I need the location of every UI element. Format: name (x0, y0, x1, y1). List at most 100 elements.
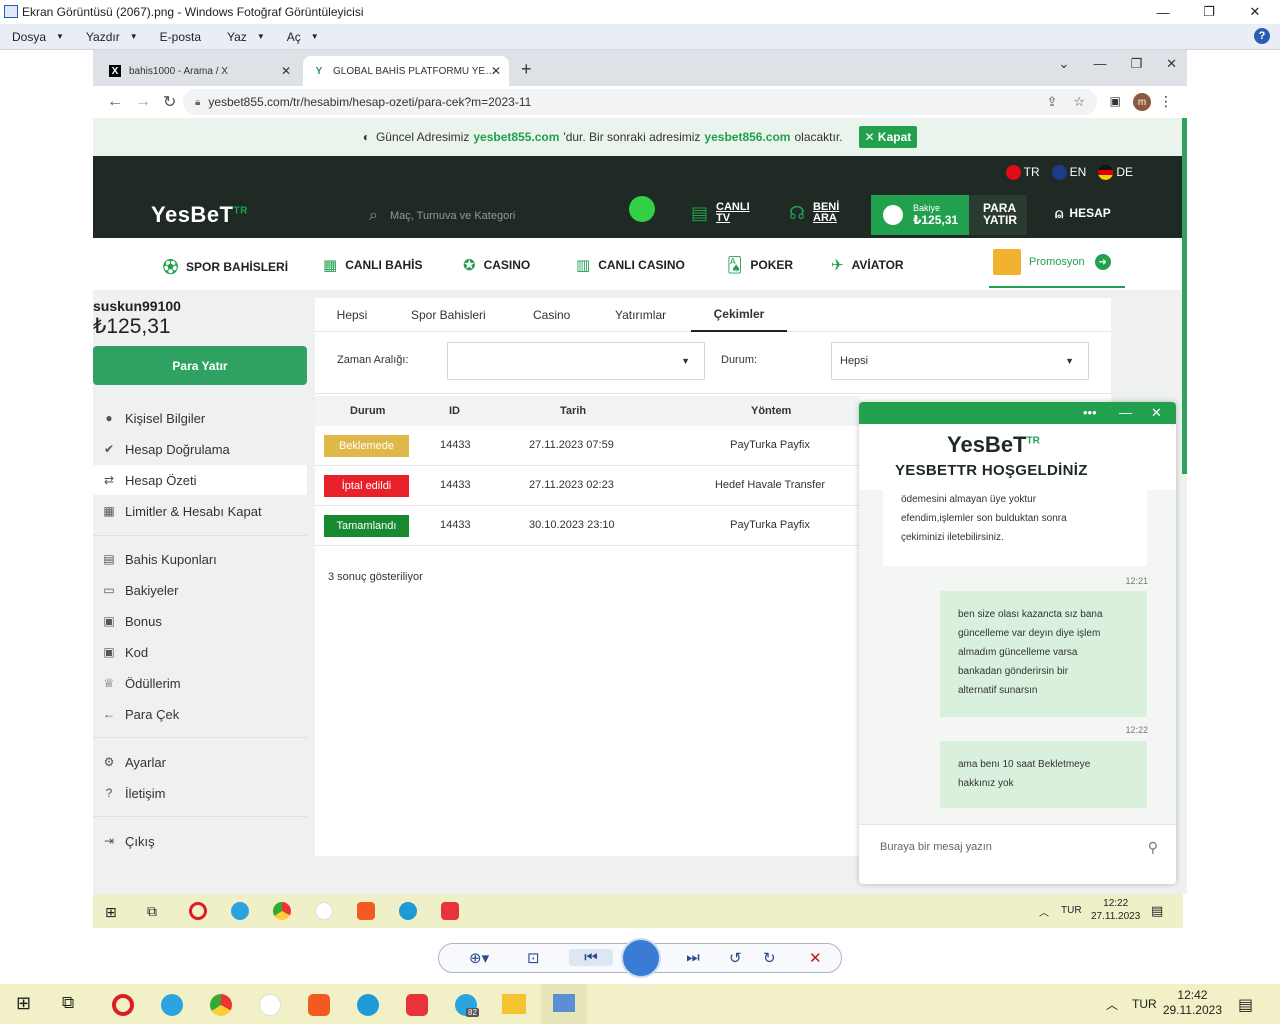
message-line: ben size olası kazancta sız bana (958, 609, 1103, 620)
close-chat-button[interactable]: ✕ (1151, 405, 1162, 421)
menu-yaz[interactable]: Yaz ▼ (227, 30, 265, 44)
minimize-chat-button[interactable]: — (1119, 405, 1132, 420)
menu-eposta[interactable]: E-posta (160, 30, 201, 44)
bookmark-star-icon[interactable]: ☆ (1073, 94, 1085, 110)
yandex-icon[interactable] (259, 994, 281, 1016)
date-range-label: Zaman Aralığı: (337, 354, 409, 366)
close-icon[interactable]: ✕ (281, 64, 291, 78)
chrome-icon[interactable] (210, 994, 232, 1016)
promo-button[interactable]: Promosyon ➜ (989, 238, 1125, 288)
label-line: ARA (813, 212, 837, 224)
task-view-icon[interactable]: ⧉ (62, 993, 74, 1013)
nav-aviator[interactable]: ✈︎ AVİATOR (831, 256, 904, 274)
vivaldi-icon[interactable] (406, 994, 428, 1016)
sidebar-item-kod[interactable]: ▣ Kod (93, 637, 307, 667)
tab-casino[interactable]: Casino (533, 298, 570, 332)
sidebar-item-iletisim[interactable]: ? İletişim (93, 778, 307, 808)
search-box[interactable]: ⌕ Maç, Turnuva ve Kategori (339, 194, 629, 238)
canli-tv-button[interactable]: ▤ CANLI TV (691, 202, 750, 224)
delete-icon[interactable]: ✕ (809, 949, 822, 967)
page-scrollbar[interactable] (1182, 118, 1187, 474)
reload-icon[interactable]: ↻ (163, 92, 177, 112)
sidebar-item-kisisel-bilgiler[interactable]: ● Kişisel Bilgiler (93, 403, 307, 433)
menu-kebab-icon[interactable]: ⋮ (1159, 93, 1173, 110)
nav-spor-bahisleri[interactable]: ⚽︎ SPOR BAHİSLERİ (163, 256, 288, 277)
status-select[interactable]: Hepsi ▼ (831, 342, 1089, 380)
nav-canli-casino[interactable]: ▥ CANLI CASINO (576, 256, 685, 274)
telegram-icon[interactable] (161, 994, 183, 1016)
close-button[interactable]: ✕ (1166, 56, 1177, 72)
sidebar-item-odullerim[interactable]: ♕ Ödüllerim (93, 668, 307, 698)
nav-canli-bahis[interactable]: ▦ CANLI BAHİS (323, 256, 423, 274)
sidebar-item-hesap-dogrulama[interactable]: ✔ Hesap Doğrulama (93, 434, 307, 464)
chat-input-area[interactable]: Buraya bir mesaj yazın ⚲ (859, 824, 1176, 884)
slideshow-button[interactable] (621, 938, 661, 978)
sidebar-item-limitler[interactable]: ▦ Limitler & Hesabı Kapat (93, 496, 307, 526)
back-icon[interactable]: ← (107, 93, 123, 111)
lang-en[interactable]: EN (1051, 165, 1086, 181)
previous-icon[interactable]: ⏮ (569, 949, 613, 966)
next-icon[interactable]: ⏭ (671, 949, 715, 966)
tab-x-search[interactable]: X bahis1000 - Arama / X ✕ (99, 56, 299, 86)
menu-dosya[interactable]: Dosya ▼ (12, 30, 64, 44)
sidebar-item-cikis[interactable]: ⇥ Çıkış (93, 826, 307, 856)
balance-button[interactable]: Bakiye ₺125,31 (871, 195, 969, 235)
account-button[interactable]: ⍝ HESAP (1055, 206, 1111, 220)
photo-viewer-taskbar-item[interactable] (541, 984, 587, 1024)
lang-tr[interactable]: TR (1005, 165, 1040, 181)
share-icon[interactable]: ⇪ (1046, 94, 1057, 110)
sidebar-item-ayarlar[interactable]: ⚙︎ Ayarlar (93, 747, 307, 777)
windows-start-icon[interactable]: ⊞ (16, 993, 31, 1014)
site-logo[interactable]: YesBeTTR (151, 202, 248, 228)
fit-window-icon[interactable]: ⊡ (527, 949, 540, 967)
sidebar-item-bonus[interactable]: ▣ Bonus (93, 606, 307, 636)
tab-yatirimlar[interactable]: Yatırımlar (615, 298, 666, 332)
viewer-controls: ⊕▾ ⊡ ⏮ ⏭ ↺ ↻ ✕ (438, 938, 842, 978)
minimize-button[interactable]: — (1140, 0, 1186, 24)
restore-button[interactable]: ❐ (1130, 56, 1142, 72)
file-explorer-icon[interactable] (502, 994, 526, 1014)
football-icon[interactable] (629, 196, 655, 222)
side-panel-icon[interactable]: ▣ (1110, 94, 1121, 108)
notice-close-button[interactable]: ✕ Kapat (858, 126, 918, 148)
profile-avatar[interactable]: m (1133, 93, 1151, 111)
close-icon[interactable]: ✕ (491, 64, 501, 78)
tab-search-icon[interactable]: ⌄ (1059, 56, 1070, 72)
brave-icon[interactable] (308, 994, 330, 1016)
beni-ara-button[interactable]: ☊ BENİ ARA (789, 202, 839, 224)
maximize-button[interactable]: ❐ (1186, 0, 1232, 24)
nav-casino[interactable]: ✪ CASINO (463, 256, 530, 274)
edge-icon[interactable] (357, 994, 379, 1016)
nav-poker[interactable]: 🂡︎ POKER (727, 256, 793, 274)
tab-hepsi[interactable]: Hepsi (315, 298, 389, 332)
address-bar[interactable]: 🔒︎ yesbet855.com/tr/hesabim/hesap-ozeti/… (183, 89, 1097, 115)
forward-icon[interactable]: → (135, 93, 151, 111)
sidebar-item-bakiyeler[interactable]: ▭ Bakiyeler (93, 575, 307, 605)
help-icon[interactable]: ? (1254, 28, 1270, 44)
tab-cekimler[interactable]: Çekimler (691, 298, 787, 332)
sidebar-item-bahis-kuponlari[interactable]: ▤ Bahis Kuponları (93, 544, 307, 574)
menu-ac[interactable]: Aç ▼ (287, 30, 319, 44)
opera-icon[interactable] (112, 994, 134, 1016)
tray-clock[interactable]: 12:42 29.11.2023 (1163, 988, 1222, 1018)
tab-yesbet[interactable]: Y GLOBAL BAHİS PLATFORMU YE… ✕ (303, 56, 509, 86)
tab-spor-bahisleri[interactable]: Spor Bahisleri (411, 298, 486, 332)
deposit-button[interactable]: Para Yatır (93, 346, 307, 385)
rotate-right-icon[interactable]: ↻ (763, 949, 776, 967)
new-tab-button[interactable]: + (521, 59, 532, 80)
sidebar-item-hesap-ozeti[interactable]: ⇄ Hesap Özeti (93, 465, 307, 495)
notification-icon[interactable]: ▤ (1238, 995, 1253, 1015)
tray-chevron-icon[interactable]: ︿ (1106, 996, 1118, 1013)
list-icon: ▤ (103, 552, 115, 566)
tray-language[interactable]: TUR (1132, 997, 1157, 1011)
menu-yazdir[interactable]: Yazdır ▼ (86, 30, 138, 44)
sidebar-item-para-cek[interactable]: ← Para Çek (93, 699, 307, 729)
rotate-left-icon[interactable]: ↺ (729, 949, 742, 967)
more-icon[interactable]: ••• (1083, 405, 1097, 420)
close-button[interactable]: ✕ (1232, 0, 1278, 24)
zoom-icon[interactable]: ⊕▾ (469, 949, 489, 967)
lang-de[interactable]: DE (1098, 165, 1133, 181)
date-range-select[interactable]: ▼ (447, 342, 705, 380)
paperclip-icon[interactable]: ⚲ (1148, 839, 1158, 856)
minimize-button[interactable]: — (1093, 56, 1106, 72)
